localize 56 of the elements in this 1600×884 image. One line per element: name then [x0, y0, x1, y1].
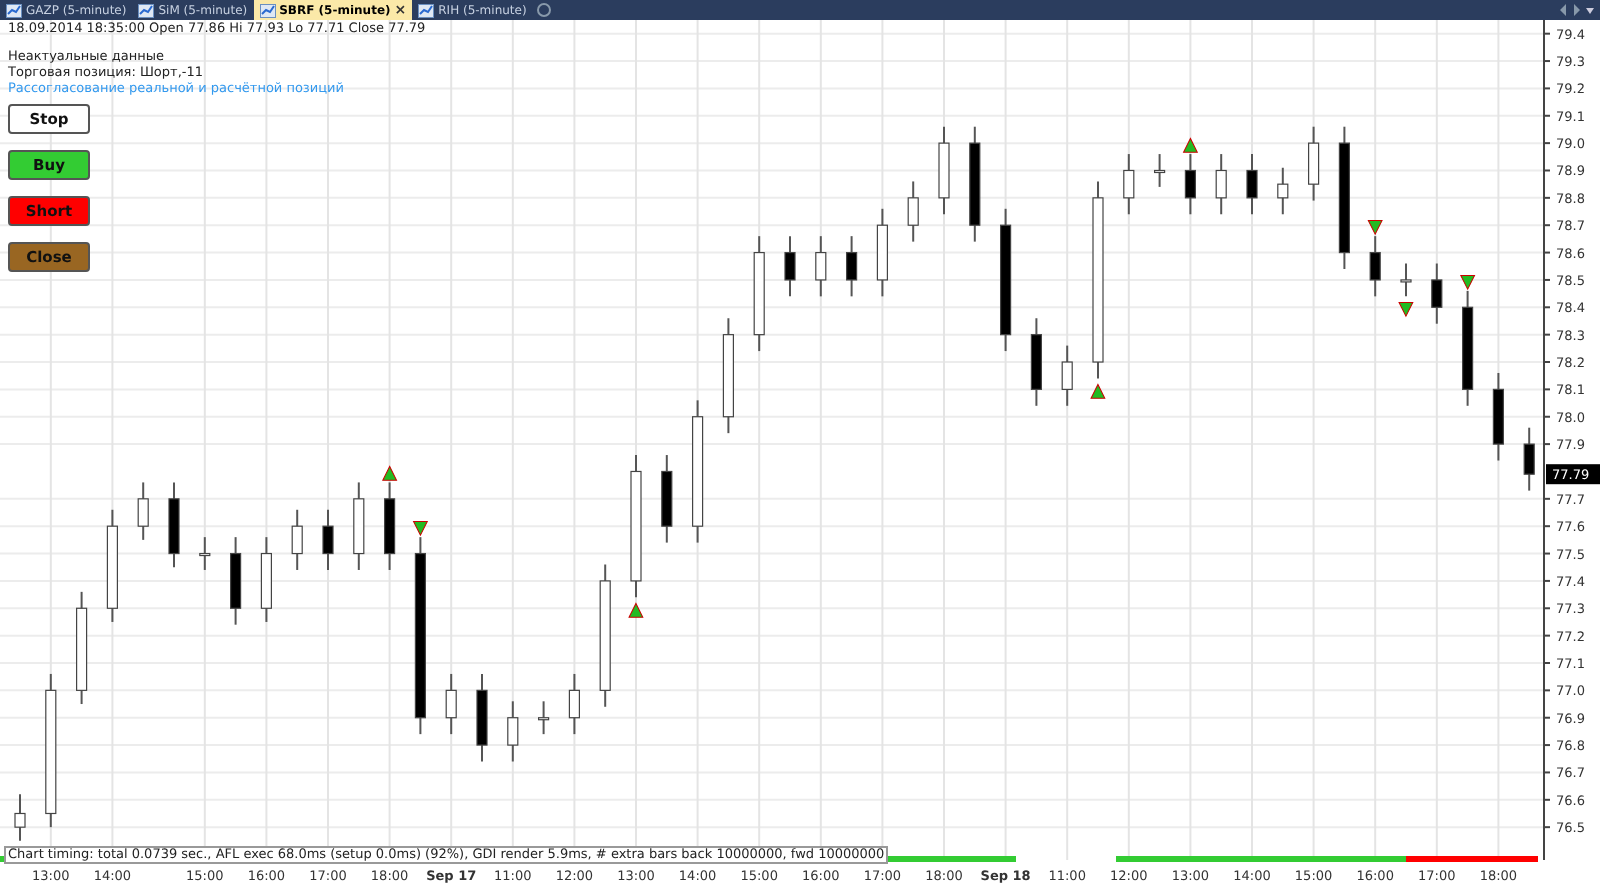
candlestick: [476, 672, 488, 763]
candlestick: [1277, 166, 1289, 216]
candlestick: [1369, 235, 1381, 298]
candlestick: [291, 508, 303, 571]
candlestick: [507, 700, 519, 763]
candlestick: [907, 180, 919, 243]
tab-scroll-icon[interactable]: [1556, 2, 1596, 18]
chart-icon: [138, 3, 155, 17]
candlestick: [1215, 153, 1227, 216]
candlestick: [76, 590, 88, 706]
signal-marker: ▼: [1460, 272, 1475, 293]
candlestick: [538, 700, 550, 736]
candlestick: [1462, 289, 1474, 407]
signal-marker: ▼: [1368, 218, 1383, 239]
candlestick: [384, 481, 396, 571]
candlestick: [753, 235, 765, 353]
candlestick: [568, 672, 580, 736]
signal-marker: ▲: [1183, 136, 1198, 157]
candlestick: [199, 536, 211, 571]
candlestick: [1030, 317, 1042, 407]
candlestick: [137, 481, 149, 541]
candlestick: [1246, 153, 1258, 216]
signal-marker: ▲: [629, 601, 643, 622]
candlestick: [815, 235, 827, 298]
signal-marker: ▼: [413, 519, 428, 540]
candlestick: [969, 125, 981, 243]
candlestick: [445, 672, 457, 736]
candlestick: [1184, 153, 1196, 216]
candlestick: [784, 235, 796, 298]
candlestick: [1523, 426, 1535, 492]
candlestick: [14, 793, 26, 842]
candlestick: [106, 508, 118, 623]
signal-marker: ▲: [1091, 382, 1105, 403]
signal-marker: ▲: [382, 464, 397, 485]
candlestick: [938, 125, 950, 216]
chart-icon: [418, 3, 435, 17]
candlestick: [1400, 262, 1412, 298]
candlestick: [168, 481, 180, 569]
candlestick: [722, 317, 734, 435]
candlestick: [230, 536, 242, 626]
candlestick: [353, 481, 365, 571]
candlestick: [322, 508, 334, 571]
candlestick: [1492, 371, 1504, 462]
candlestick: [846, 235, 858, 298]
signal-marker: ▼: [1399, 300, 1413, 321]
chart-icon: [6, 3, 22, 17]
candlestick: [1431, 262, 1443, 325]
candlestick: [661, 454, 673, 544]
candlestick: [1154, 153, 1166, 188]
candlestick: [260, 536, 272, 623]
candlestick: [1308, 125, 1320, 202]
candlestick: [1123, 153, 1135, 216]
new-tab-icon[interactable]: [536, 2, 553, 18]
chart-icon: [259, 3, 276, 17]
candlestick: [876, 207, 888, 298]
candlestick: [1061, 344, 1073, 407]
